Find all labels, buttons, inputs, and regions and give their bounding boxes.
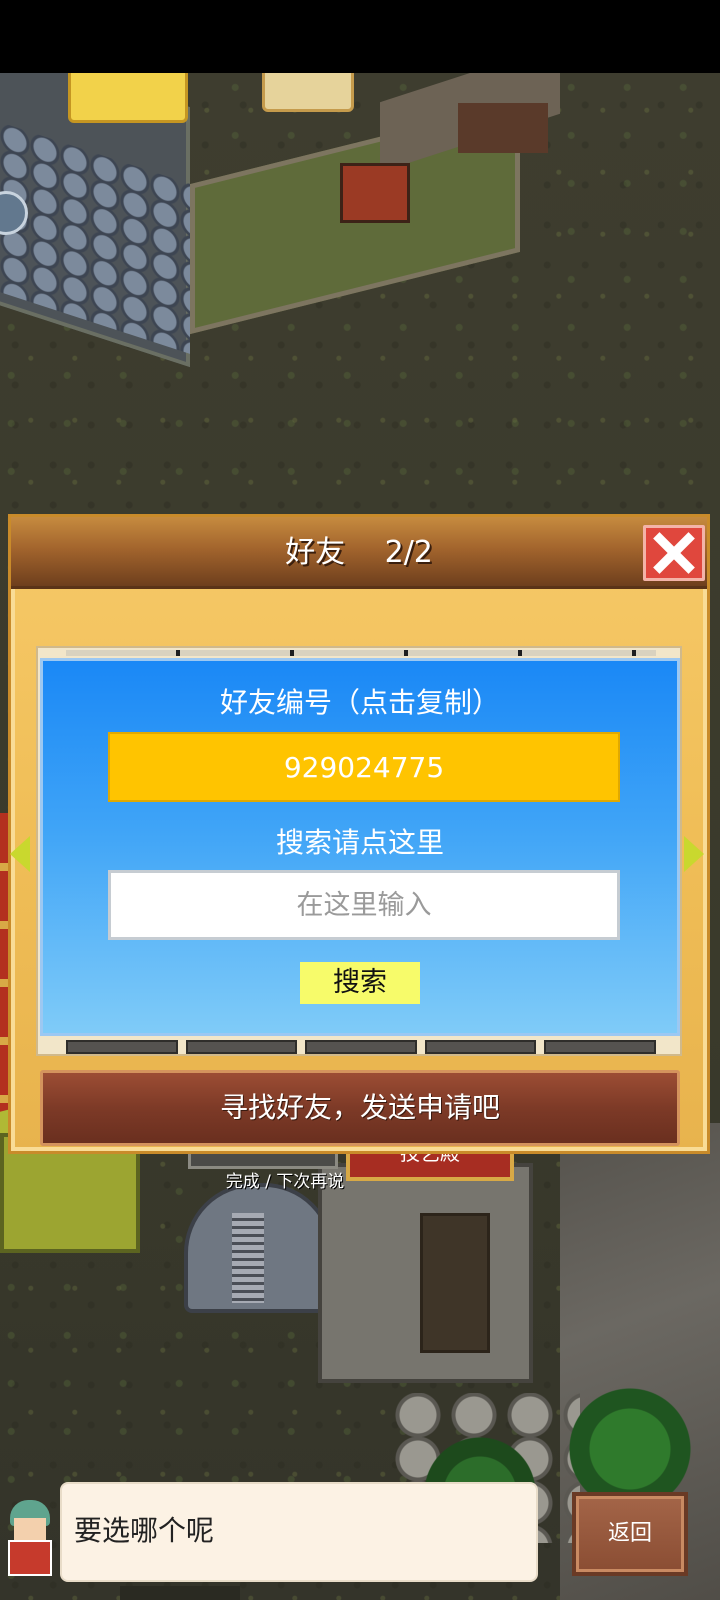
page-tab[interactable] <box>305 1040 417 1054</box>
speech-text: 要选哪个呢 <box>74 1514 215 1547</box>
speech-bubble-icon[interactable] <box>68 73 188 123</box>
character-avatar-icon <box>2 1500 60 1584</box>
page-tab[interactable] <box>544 1040 656 1054</box>
close-button[interactable] <box>643 525 705 581</box>
search-input[interactable] <box>108 870 620 940</box>
level-strip <box>120 1586 240 1600</box>
search-label: 搜索请点这里 <box>275 826 444 859</box>
speech-bubble-icon[interactable] <box>262 73 354 112</box>
status-bar <box>0 0 720 73</box>
dialog-header: 好友 2/2 <box>11 517 707 589</box>
arrow-right-icon[interactable] <box>684 836 704 872</box>
castle-door <box>420 1213 490 1353</box>
red-shop <box>340 163 410 223</box>
find-friends-button[interactable]: 寻找好友，发送申请吧 <box>40 1070 680 1146</box>
page-tab[interactable] <box>66 1040 178 1054</box>
avatar-body <box>8 1540 52 1576</box>
page-tab[interactable] <box>424 1040 537 1054</box>
done-later-text: 完成 / 下次再说 <box>225 1172 345 1192</box>
page-tabs <box>66 1040 656 1054</box>
friend-id-label: 好友编号（点击复制） <box>219 686 500 719</box>
page-tab[interactable] <box>185 1040 298 1054</box>
avatar-face <box>14 1518 46 1540</box>
card-top-strip <box>66 650 656 656</box>
wooden-hut <box>458 103 548 153</box>
arrow-left-icon[interactable] <box>10 836 30 872</box>
tower-stairs <box>232 1213 264 1303</box>
dialog-title: 好友 2/2 <box>285 535 433 570</box>
friend-id-value[interactable]: 929024775 <box>108 732 620 802</box>
back-button[interactable]: 返回 <box>572 1492 688 1576</box>
search-button[interactable]: 搜索 <box>300 962 420 1004</box>
